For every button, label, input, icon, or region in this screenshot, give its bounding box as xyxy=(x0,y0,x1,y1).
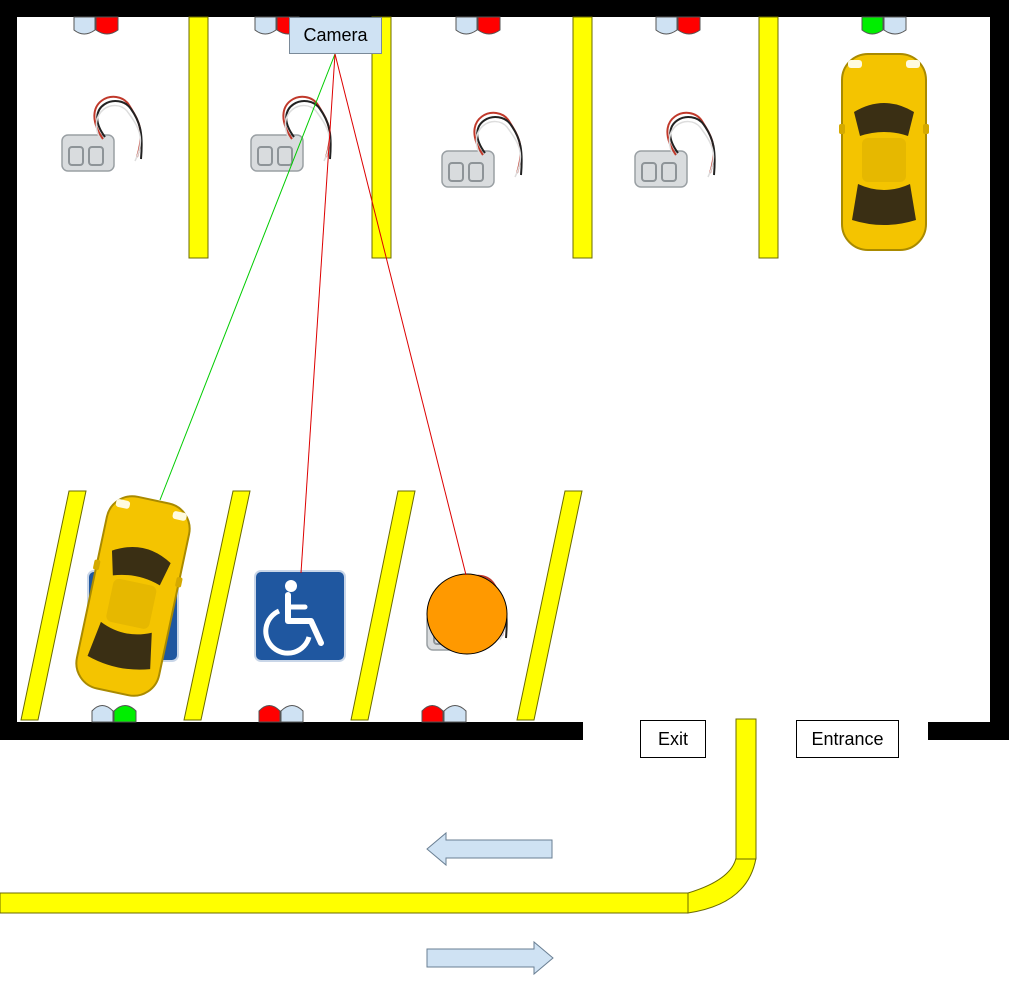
wall-top xyxy=(0,0,1009,17)
left-arrow-icon xyxy=(426,831,553,867)
parking-lot-diagram xyxy=(0,0,1009,976)
indicator-bottom-3 xyxy=(421,705,467,723)
indicator-bottom-1 xyxy=(91,705,137,723)
exit-label: Exit xyxy=(640,720,706,758)
accessible-parking-sign-icon xyxy=(255,571,345,661)
bottom-spot-indicators xyxy=(91,705,467,723)
obstacle-circle xyxy=(426,573,508,655)
camera-label: Camera xyxy=(289,17,382,54)
wall-left xyxy=(0,0,17,740)
right-arrow-icon xyxy=(426,940,554,976)
load-cell-sensor-icon xyxy=(245,90,337,184)
wall-bottom-right xyxy=(928,722,1009,740)
entrance-label: Entrance xyxy=(796,720,899,758)
load-cell-sensor-icon xyxy=(436,106,528,200)
load-cell-sensor-icon xyxy=(56,90,148,184)
indicator-top-3 xyxy=(455,16,501,35)
indicator-bottom-2 xyxy=(258,705,304,723)
yellow-car-icon xyxy=(838,53,930,251)
wall-right xyxy=(990,0,1009,740)
wall-bottom-left xyxy=(0,722,583,740)
load-cell-sensor-icon xyxy=(629,106,721,200)
indicator-top-5 xyxy=(861,16,907,35)
indicator-top-1 xyxy=(73,16,119,35)
indicator-top-4 xyxy=(655,16,701,35)
